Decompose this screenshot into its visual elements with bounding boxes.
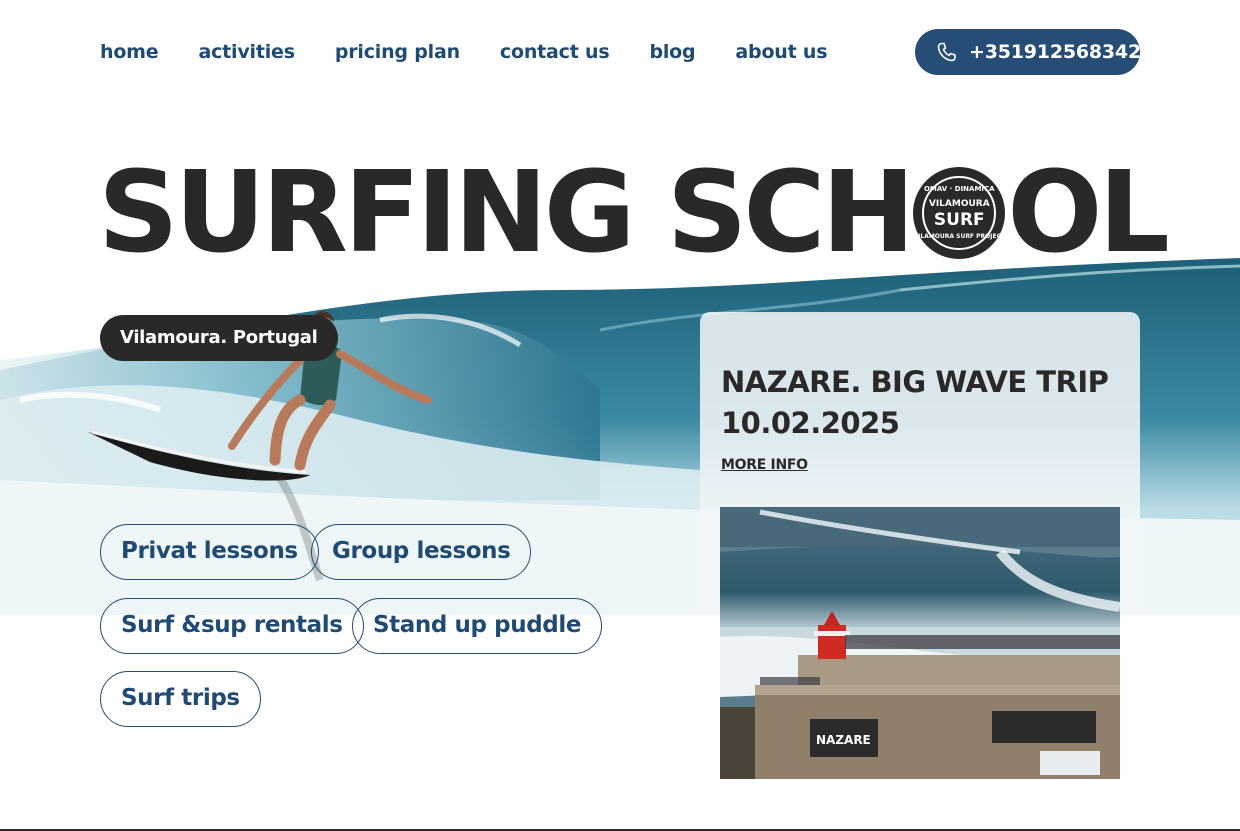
phone-number: +351912568342 bbox=[969, 41, 1141, 63]
more-info-link[interactable]: MORE INFO bbox=[721, 457, 808, 473]
title-text-end: OL bbox=[1007, 148, 1170, 278]
event-title-line1: NAZARE. BIG WAVE TRIP bbox=[721, 365, 1109, 399]
pill-group-lessons[interactable]: Group lessons bbox=[311, 524, 532, 580]
title-text-start: SURFING SCH bbox=[98, 148, 915, 278]
nav-activities[interactable]: activities bbox=[198, 40, 295, 64]
pill-stand-up-puddle[interactable]: Stand up puddle bbox=[352, 598, 603, 654]
pill-surf-sup-rentals[interactable]: Surf &sup rentals bbox=[100, 598, 364, 654]
event-title: NAZARE. BIG WAVE TRIP 10.02.2025 bbox=[721, 362, 1121, 444]
nav-pricing-plan[interactable]: pricing plan bbox=[335, 40, 460, 64]
phone-icon bbox=[935, 40, 959, 64]
event-date: 10.02.2025 bbox=[721, 406, 900, 440]
main-nav: home activities pricing plan contact us … bbox=[100, 40, 867, 64]
nav-home[interactable]: home bbox=[100, 40, 159, 64]
nav-blog[interactable]: blog bbox=[649, 40, 695, 64]
badge-bottom-text: VILAMOURA SURF PROJECT bbox=[913, 233, 1006, 240]
page-title: SURFING SCH OMAV · DINAMICA VILAMOURA SURF V… bbox=[98, 148, 1170, 278]
phone-button[interactable]: +351912568342 bbox=[915, 29, 1141, 75]
surf-logo-badge: OMAV · DINAMICA VILAMOURA SURF VILAMOURA SU… bbox=[913, 167, 1006, 259]
badge-mid-text: VILAMOURA bbox=[928, 199, 990, 209]
nav-about-us[interactable]: about us bbox=[735, 40, 827, 64]
pill-privat-lessons[interactable]: Privat lessons bbox=[100, 524, 319, 580]
pill-surf-trips[interactable]: Surf trips bbox=[100, 671, 261, 727]
nazare-photo: NAZARE bbox=[720, 507, 1120, 779]
location-badge: Vilamoura. Portugal bbox=[100, 315, 338, 361]
nav-contact-us[interactable]: contact us bbox=[500, 40, 610, 64]
nazare-banner-text: NAZARE bbox=[816, 733, 871, 747]
badge-surf-text: SURF bbox=[933, 210, 985, 230]
badge-top-text: OMAV · DINAMICA bbox=[923, 185, 995, 193]
